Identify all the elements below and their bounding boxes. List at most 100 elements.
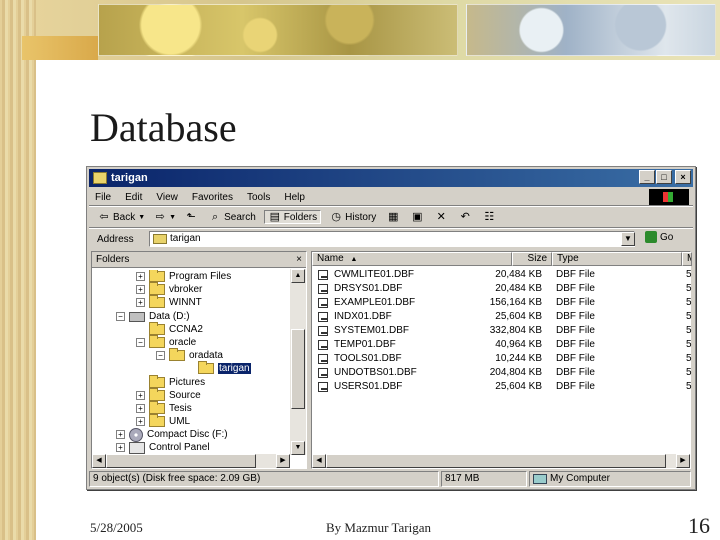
minimize-button[interactable]: _ [639,170,655,184]
folders-button[interactable]: ▤ Folders [263,210,322,224]
tree-item-tarigan[interactable]: tarigan [198,361,251,375]
chevron-down-icon: ▼ [169,213,177,221]
views-icon[interactable]: ☷ [480,210,498,224]
file-name: SYSTEM01.DBF [334,325,410,336]
expand-toggle[interactable]: + [136,391,145,400]
close-icon[interactable]: × [296,252,302,268]
slide-left-strip [0,0,36,540]
folder-icon [153,234,167,244]
tree-item-winnt[interactable]: + WINNT [136,295,202,309]
close-button[interactable]: × [675,170,691,184]
scroll-left-button[interactable]: ◀ [92,454,106,468]
status-location: My Computer [529,471,691,487]
table-row[interactable]: DRSYS01.DBF 20,484 KB DBF File 5 [312,282,692,296]
menu-help[interactable]: Help [284,192,305,203]
file-size: 25,604 KB [495,311,542,322]
address-input[interactable]: tarigan [149,231,635,247]
tree-item-oradata[interactable]: − oradata [156,348,223,362]
scroll-thumb[interactable] [326,454,666,468]
column-header-modified[interactable]: M [682,252,692,266]
delete-icon[interactable]: ✕ [432,210,450,224]
file-modified: 5 [686,297,692,308]
menu-view[interactable]: View [156,192,178,203]
collapse-toggle[interactable]: − [116,312,125,321]
table-row[interactable]: TOOLS01.DBF 10,244 KB DBF File 5 [312,352,692,366]
expand-toggle[interactable]: + [116,443,125,452]
file-modified: 5 [686,381,692,392]
expand-toggle[interactable]: + [116,430,125,439]
scroll-up-button[interactable]: ▲ [291,269,305,283]
tree-item-oracle[interactable]: − oracle [136,335,196,349]
collapse-toggle[interactable]: − [136,338,145,347]
forward-button[interactable]: ⇨ ▼ [153,211,177,223]
column-header-name[interactable]: Name ▲ [312,252,512,266]
tree-item-tesis[interactable]: + Tesis [136,401,192,415]
scroll-left-button[interactable]: ◀ [312,454,326,468]
table-row[interactable]: INDX01.DBF 25,604 KB DBF File 5 [312,310,692,324]
dbf-file-icon [318,382,328,392]
table-row[interactable]: TEMP01.DBF 40,964 KB DBF File 5 [312,338,692,352]
expand-toggle[interactable]: + [136,417,145,426]
window-titlebar[interactable]: tarigan [89,169,693,187]
tree-item-uml[interactable]: + UML [136,414,190,428]
file-name: INDX01.DBF [334,311,392,322]
cd-drive-icon [129,427,143,442]
scroll-right-button[interactable]: ▶ [676,454,690,468]
column-header-size[interactable]: Size [512,252,552,266]
folder-icon [149,270,165,282]
table-row[interactable]: EXAMPLE01.DBF 156,164 KB DBF File 5 [312,296,692,310]
search-button[interactable]: ⌕ Search [208,211,256,223]
menu-tools[interactable]: Tools [247,192,270,203]
folder-icon [149,401,165,414]
file-type: DBF File [556,381,595,392]
tree-item-control-panel[interactable]: + Control Panel [116,441,210,454]
go-button[interactable]: Go [645,231,673,243]
folder-tree: + Program Files + vbroker + WINNT − Data… [92,270,290,454]
maximize-button[interactable]: □ [656,170,672,184]
move-to-icon[interactable]: ▦ [384,210,402,224]
back-button[interactable]: ⇦ Back ▼ [97,211,145,223]
folder-icon [93,172,107,184]
scroll-down-button[interactable]: ▼ [291,441,305,455]
file-type: DBF File [556,367,595,378]
file-type: DBF File [556,283,595,294]
control-panel-icon [129,441,145,454]
expand-toggle[interactable]: + [136,404,145,413]
scroll-thumb[interactable] [106,454,256,468]
table-row[interactable]: CWMLITE01.DBF 20,484 KB DBF File 5 [312,268,692,282]
collapse-toggle[interactable]: − [156,351,165,360]
forward-arrow-icon: ⇨ [155,211,165,223]
expand-toggle[interactable]: + [136,285,145,294]
tree-vertical-scrollbar[interactable]: ▲ ▼ [290,269,306,455]
menu-edit[interactable]: Edit [125,192,142,203]
tree-item-source[interactable]: + Source [136,388,201,402]
table-row[interactable]: SYSTEM01.DBF 332,804 KB DBF File 5 [312,324,692,338]
tree-horizontal-scrollbar[interactable]: ◀ ▶ [92,454,290,468]
table-row[interactable]: USERS01.DBF 25,604 KB DBF File 5 [312,380,692,394]
column-header-type[interactable]: Type [552,252,682,266]
address-dropdown-button[interactable]: ▼ [621,232,635,246]
menu-favorites[interactable]: Favorites [192,192,233,203]
scroll-thumb[interactable] [291,329,305,409]
file-size: 25,604 KB [495,381,542,392]
scroll-right-button[interactable]: ▶ [276,454,290,468]
undo-icon[interactable]: ↶ [456,210,474,224]
copy-to-icon[interactable]: ▣ [408,210,426,224]
tree-item-vbroker[interactable]: + vbroker [136,282,202,296]
computer-icon [533,474,547,484]
expand-toggle[interactable]: + [136,272,145,281]
banner-decoration-left [22,36,98,60]
table-row[interactable]: UNDOTBS01.DBF 204,804 KB DBF File 5 [312,366,692,380]
menu-bar: File Edit View Favorites Tools Help [89,189,693,205]
file-type: DBF File [556,311,595,322]
drive-icon [129,311,145,322]
up-button[interactable]: ⬑ [184,211,200,223]
files-horizontal-scrollbar[interactable]: ◀ ▶ [312,454,690,468]
dbf-file-icon [318,368,328,378]
banner-decoration-right [466,4,716,56]
expand-toggle[interactable]: + [136,298,145,307]
folder-icon [149,388,165,401]
menu-file[interactable]: File [95,192,111,203]
tree-item-compact-disc[interactable]: + Compact Disc (F:) [116,427,228,442]
history-button[interactable]: ◷ History [329,211,376,223]
